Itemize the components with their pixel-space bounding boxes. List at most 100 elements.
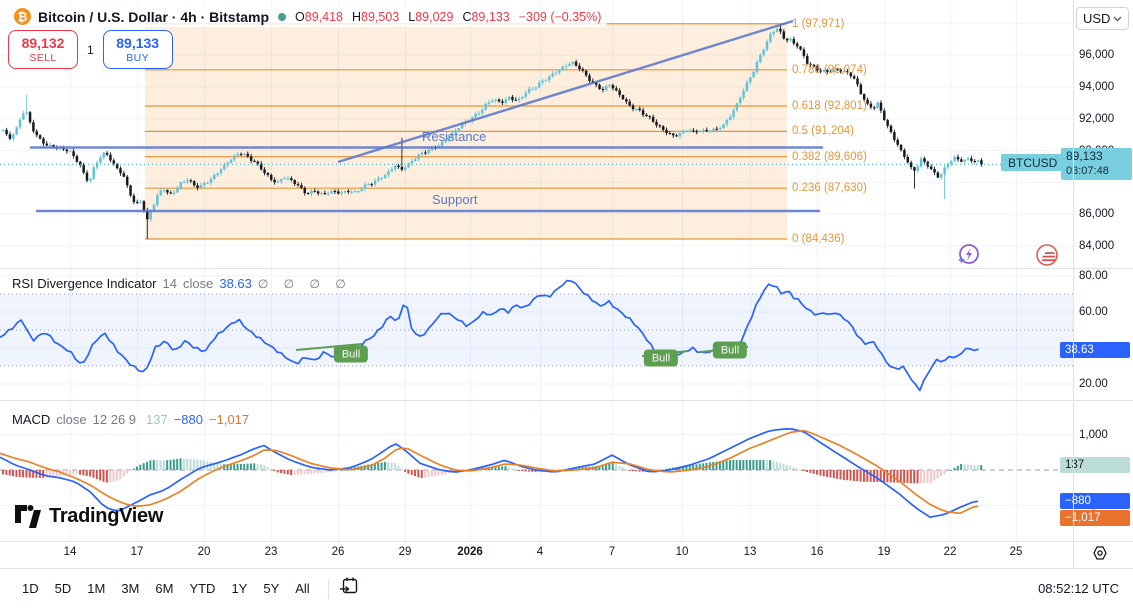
macd-line-badge: −880 [1060,493,1130,509]
time-label-16: 16 [811,546,824,558]
rsi-value-badge: 38.63 [1060,342,1130,358]
rsi-tick-80: 80.00 [1079,270,1108,282]
trade-widget: 89,132 SELL 1 89,133 BUY [8,30,173,69]
fib-level-label-0.786: 0.786 (95,074) [792,64,867,76]
rsi-empty-values: ∅ ∅ ∅ ∅ [258,277,352,291]
support-label[interactable]: Support [432,192,478,207]
price-tick-96000: 96,000 [1079,49,1114,61]
fib-level-label-0.236: 0.236 (87,630) [792,182,867,194]
price-tick-86000: 86,000 [1079,208,1114,220]
tradingview-logo-text: TradingView [49,505,163,528]
close-value: 89,133 [471,10,509,24]
time-label-7: 7 [609,546,615,558]
go-to-date-button[interactable] [339,576,360,601]
range-button-all[interactable]: All [287,576,317,601]
macd-tick-1000: 1,000 [1079,429,1108,441]
fib-level-label-0.5: 0.5 (91,204) [792,125,854,137]
range-button-6m[interactable]: 6M [147,576,181,601]
time-label-26: 26 [332,546,345,558]
low-value: 89,029 [415,10,453,24]
toolbar-separator [328,579,329,599]
open-value: 89,418 [305,10,343,24]
current-price-value: 89,133 [1066,149,1127,164]
time-label-17: 17 [131,546,144,558]
buy-button[interactable]: 89,133 BUY [103,30,173,69]
price-tick-92000: 92,000 [1079,113,1114,125]
macd-title: MACD [12,412,50,427]
rsi-source: close [183,276,213,291]
currency-value: USD [1083,11,1110,26]
bottom-toolbar: 1D5D1M3M6MYTD1Y5YAll 08:52:12 UTC [0,569,1133,608]
symbol-header: ₿ Bitcoin / U.S. Dollar · 4h · Bitstamp … [8,6,607,27]
bitcoin-icon: ₿ [14,8,31,25]
macd-signal-badge: −1,017 [1060,510,1130,526]
symbol-title[interactable]: Bitcoin / U.S. Dollar · 4h · Bitstamp [38,9,269,25]
range-button-3m[interactable]: 3M [113,576,147,601]
range-button-5d[interactable]: 5D [47,576,80,601]
fib-level-label-0.618: 0.618 (92,801) [792,100,867,112]
current-price-badge: 89,133 03:07:48 [1061,148,1132,180]
macd-indicator-header[interactable]: MACD close 12 26 9 137 −880 −1,017 [12,412,249,427]
time-label-19: 19 [878,546,891,558]
fib-level-label-0: 0 (84,436) [792,233,844,245]
change-value: −309 (−0.35%) [519,10,602,24]
time-label-13: 13 [744,546,757,558]
macd-hist-value: 137 [146,412,168,427]
rsi-bull-divergence-badge-3: Bull [713,342,747,359]
time-label-25: 25 [1010,546,1023,558]
us-flag-event-icon[interactable] [1036,244,1058,271]
rsi-indicator-header[interactable]: RSI Divergence Indicator 14 close 38.63 … [12,276,352,291]
sell-price: 89,132 [22,35,65,51]
macd-signal-value: −1,017 [209,412,249,427]
time-label-20: 20 [198,546,211,558]
sell-label: SELL [29,52,56,64]
rsi-tick-20: 20.00 [1079,378,1108,390]
sell-button[interactable]: 89,132 SELL [8,30,78,69]
time-label-29: 29 [399,546,412,558]
macd-params: 12 26 9 [93,412,136,427]
symbol-price-flag: BTCUSD [1001,154,1064,171]
buy-label: BUY [126,52,149,64]
time-label-2026: 2026 [457,546,483,558]
time-label-10: 10 [676,546,689,558]
tradingview-chart-window: ₿ Bitcoin / U.S. Dollar · 4h · Bitstamp … [0,0,1133,608]
range-button-1m[interactable]: 1M [79,576,113,601]
price-axis-divider [1073,0,1074,568]
open-label: O [295,10,305,24]
spread-value: 1 [87,43,94,57]
high-label: H [352,10,361,24]
rsi-title: RSI Divergence Indicator [12,276,157,291]
utc-clock[interactable]: 08:52:12 UTC [1038,581,1119,596]
time-label-22: 22 [944,546,957,558]
bar-countdown: 03:07:48 [1066,164,1127,179]
time-axis-divider [0,541,1133,542]
tradingview-logo-icon [14,504,42,528]
pane-divider-macd[interactable] [0,400,1133,401]
range-button-1d[interactable]: 1D [14,576,47,601]
rsi-tick-60: 60.00 [1079,306,1108,318]
fib-level-label-1: 1 (97,971) [792,18,844,30]
price-tick-94000: 94,000 [1079,81,1114,93]
tradingview-logo[interactable]: TradingView [14,504,163,528]
chevron-down-icon [1113,16,1122,22]
range-button-1y[interactable]: 1Y [223,576,255,601]
price-tick-84000: 84,000 [1079,240,1114,252]
time-label-23: 23 [265,546,278,558]
time-label-14: 14 [64,546,77,558]
time-label-4: 4 [537,546,543,558]
boost-lightning-icon[interactable] [955,242,981,273]
resistance-label[interactable]: Resistance [422,129,486,144]
currency-dropdown[interactable]: USD [1076,7,1129,30]
macd-line-value: −880 [174,412,203,427]
rsi-value: 38.63 [219,276,252,291]
range-button-ytd[interactable]: YTD [181,576,223,601]
fib-level-label-0.382: 0.382 (89,606) [792,151,867,163]
market-status-icon [278,13,286,21]
ohlc-values: O89,418 H89,503 L89,029 C89,133 −309 (−0… [295,10,601,24]
macd-source: close [56,412,86,427]
range-button-5y[interactable]: 5Y [255,576,287,601]
macd-hist-badge: 137 [1060,457,1130,473]
time-axis-settings-icon[interactable] [1091,544,1109,567]
high-value: 89,503 [361,10,399,24]
rsi-bull-divergence-badge-2: Bull [644,350,678,367]
